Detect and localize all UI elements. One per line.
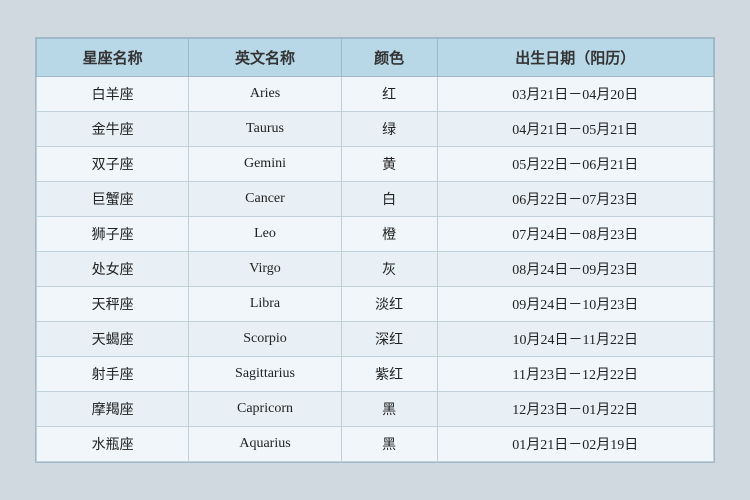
- table-row: 狮子座Leo橙07月24日－08月23日: [37, 217, 714, 252]
- cell-1-0: 金牛座: [37, 112, 189, 147]
- cell-4-1: Leo: [189, 217, 341, 252]
- table-row: 水瓶座Aquarius黑01月21日－02月19日: [37, 427, 714, 462]
- cell-0-3: 03月21日－04月20日: [437, 77, 713, 112]
- cell-1-2: 绿: [341, 112, 437, 147]
- cell-4-2: 橙: [341, 217, 437, 252]
- table-row: 白羊座Aries红03月21日－04月20日: [37, 77, 714, 112]
- cell-2-1: Gemini: [189, 147, 341, 182]
- cell-1-1: Taurus: [189, 112, 341, 147]
- cell-7-0: 天蝎座: [37, 322, 189, 357]
- cell-8-2: 紫红: [341, 357, 437, 392]
- cell-6-1: Libra: [189, 287, 341, 322]
- cell-9-3: 12月23日－01月22日: [437, 392, 713, 427]
- zodiac-table-container: 星座名称 英文名称 颜色 出生日期（阳历） 白羊座Aries红03月21日－04…: [35, 37, 715, 463]
- zodiac-table: 星座名称 英文名称 颜色 出生日期（阳历） 白羊座Aries红03月21日－04…: [36, 38, 714, 462]
- table-body: 白羊座Aries红03月21日－04月20日金牛座Taurus绿04月21日－0…: [37, 77, 714, 462]
- cell-5-2: 灰: [341, 252, 437, 287]
- cell-0-1: Aries: [189, 77, 341, 112]
- table-row: 双子座Gemini黄05月22日－06月21日: [37, 147, 714, 182]
- table-row: 射手座Sagittarius紫红11月23日－12月22日: [37, 357, 714, 392]
- cell-0-2: 红: [341, 77, 437, 112]
- table-row: 天秤座Libra淡红09月24日－10月23日: [37, 287, 714, 322]
- cell-8-0: 射手座: [37, 357, 189, 392]
- cell-10-2: 黑: [341, 427, 437, 462]
- cell-2-2: 黄: [341, 147, 437, 182]
- cell-4-3: 07月24日－08月23日: [437, 217, 713, 252]
- cell-3-2: 白: [341, 182, 437, 217]
- col-header-chinese-name: 星座名称: [37, 39, 189, 77]
- table-header-row: 星座名称 英文名称 颜色 出生日期（阳历）: [37, 39, 714, 77]
- cell-8-3: 11月23日－12月22日: [437, 357, 713, 392]
- cell-10-0: 水瓶座: [37, 427, 189, 462]
- col-header-english-name: 英文名称: [189, 39, 341, 77]
- cell-7-1: Scorpio: [189, 322, 341, 357]
- cell-5-3: 08月24日－09月23日: [437, 252, 713, 287]
- cell-3-0: 巨蟹座: [37, 182, 189, 217]
- cell-6-3: 09月24日－10月23日: [437, 287, 713, 322]
- cell-5-1: Virgo: [189, 252, 341, 287]
- cell-9-0: 摩羯座: [37, 392, 189, 427]
- col-header-color: 颜色: [341, 39, 437, 77]
- cell-4-0: 狮子座: [37, 217, 189, 252]
- table-row: 金牛座Taurus绿04月21日－05月21日: [37, 112, 714, 147]
- cell-6-2: 淡红: [341, 287, 437, 322]
- cell-0-0: 白羊座: [37, 77, 189, 112]
- cell-5-0: 处女座: [37, 252, 189, 287]
- cell-2-3: 05月22日－06月21日: [437, 147, 713, 182]
- cell-6-0: 天秤座: [37, 287, 189, 322]
- col-header-birthday: 出生日期（阳历）: [437, 39, 713, 77]
- cell-7-3: 10月24日－11月22日: [437, 322, 713, 357]
- cell-10-3: 01月21日－02月19日: [437, 427, 713, 462]
- table-row: 巨蟹座Cancer白06月22日－07月23日: [37, 182, 714, 217]
- cell-1-3: 04月21日－05月21日: [437, 112, 713, 147]
- table-row: 天蝎座Scorpio深红10月24日－11月22日: [37, 322, 714, 357]
- table-row: 处女座Virgo灰08月24日－09月23日: [37, 252, 714, 287]
- cell-9-1: Capricorn: [189, 392, 341, 427]
- cell-8-1: Sagittarius: [189, 357, 341, 392]
- cell-3-3: 06月22日－07月23日: [437, 182, 713, 217]
- cell-3-1: Cancer: [189, 182, 341, 217]
- table-row: 摩羯座Capricorn黑12月23日－01月22日: [37, 392, 714, 427]
- cell-9-2: 黑: [341, 392, 437, 427]
- cell-7-2: 深红: [341, 322, 437, 357]
- cell-10-1: Aquarius: [189, 427, 341, 462]
- cell-2-0: 双子座: [37, 147, 189, 182]
